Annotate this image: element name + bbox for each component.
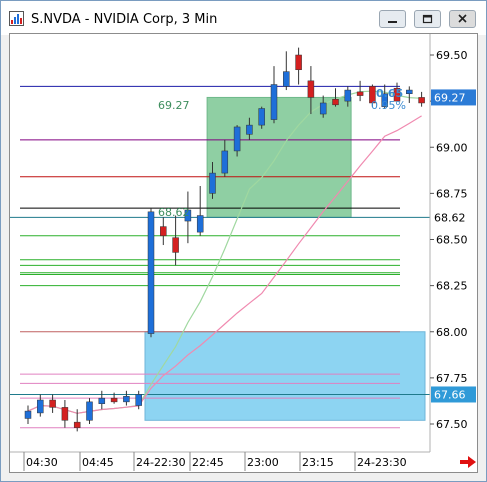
price-tick-label: 68.75 [436, 187, 468, 200]
candlestick-chart[interactable]: 69.2768.620.650.95% 69.5069.2569.0068.75… [10, 34, 477, 472]
candle-body[interactable] [233, 126, 241, 152]
candle-body[interactable] [123, 396, 130, 403]
candle-body[interactable] [98, 397, 106, 404]
close-button[interactable] [449, 10, 476, 28]
time-tick-label: 04:30 [26, 456, 58, 469]
candle-body[interactable] [418, 97, 425, 104]
restore-button[interactable] [414, 10, 441, 28]
candle-body[interactable] [270, 84, 278, 120]
time-tick-label: 22:45 [192, 456, 224, 469]
price-tick-label: 68.00 [436, 326, 468, 339]
price-tick-label: 69.50 [436, 49, 468, 62]
title-bar[interactable]: S.NVDA - NVIDIA Corp, 3 Min [1, 1, 486, 35]
time-tick-label: 24-23:30 [357, 456, 407, 469]
marker-price-badge-lower: 67.66 [434, 388, 466, 401]
candle-body[interactable] [344, 89, 352, 102]
candle-body[interactable] [246, 124, 253, 135]
profit-box-top-label: 69.27 [158, 99, 190, 112]
candle-body[interactable] [110, 397, 118, 403]
price-tick-label: 67.75 [436, 372, 468, 385]
close-icon [458, 14, 467, 23]
minimize-button[interactable] [379, 10, 406, 28]
time-tick-label: 23:00 [247, 456, 279, 469]
candle-body[interactable] [209, 172, 216, 194]
time-tick-label: 04:45 [82, 456, 114, 469]
candle-body[interactable] [135, 394, 142, 406]
price-tick-label: 68.25 [436, 280, 468, 293]
candle-body[interactable] [37, 399, 44, 414]
minimize-icon [388, 21, 397, 23]
candle-body[interactable] [307, 80, 315, 98]
candle-body[interactable] [160, 226, 167, 237]
candle-body[interactable] [356, 91, 364, 96]
chart-window: S.NVDA - NVIDIA Corp, 3 Min 69.27 68.62 0.… [0, 0, 487, 482]
price-tick-label: 69.00 [436, 141, 468, 154]
percent-label: 0.95% [371, 99, 406, 112]
profit-zone-box[interactable] [206, 96, 352, 218]
candle-body[interactable] [24, 410, 32, 419]
candle-body[interactable] [258, 108, 265, 126]
price-tick-label: 67.50 [436, 418, 468, 431]
chart-area[interactable]: 69.2768.620.650.95% 69.5069.2569.0068.75… [9, 33, 478, 473]
candle-body[interactable] [196, 215, 204, 233]
loss-zone-box[interactable] [144, 331, 426, 421]
price-tick-label: 68.50 [436, 234, 468, 247]
candle-body[interactable] [221, 150, 229, 174]
candle-body[interactable] [147, 211, 155, 334]
candle-body[interactable] [86, 401, 93, 421]
marker-price-badge-upper: 68.62 [434, 211, 466, 224]
candle-body[interactable] [61, 407, 69, 421]
current-price-badge: 69.27 [434, 91, 466, 104]
scroll-right-arrow-icon[interactable] [459, 455, 477, 469]
candle-body[interactable] [406, 89, 413, 94]
candle-body[interactable] [295, 54, 302, 71]
candle-body[interactable] [73, 421, 81, 428]
time-tick-label: 23:15 [302, 456, 334, 469]
candle-body[interactable] [49, 399, 56, 408]
profit-box-bottom-label: 68.62 [158, 206, 190, 219]
chart-app-icon [9, 11, 24, 26]
candle-body[interactable] [172, 237, 179, 253]
restore-icon [422, 14, 433, 24]
candle-body[interactable] [283, 71, 290, 87]
candle-body[interactable] [319, 102, 327, 115]
candle-body[interactable] [332, 99, 339, 106]
window-title: S.NVDA - NVIDIA Corp, 3 Min [31, 12, 218, 27]
time-tick-label: 24-22:30 [136, 456, 186, 469]
